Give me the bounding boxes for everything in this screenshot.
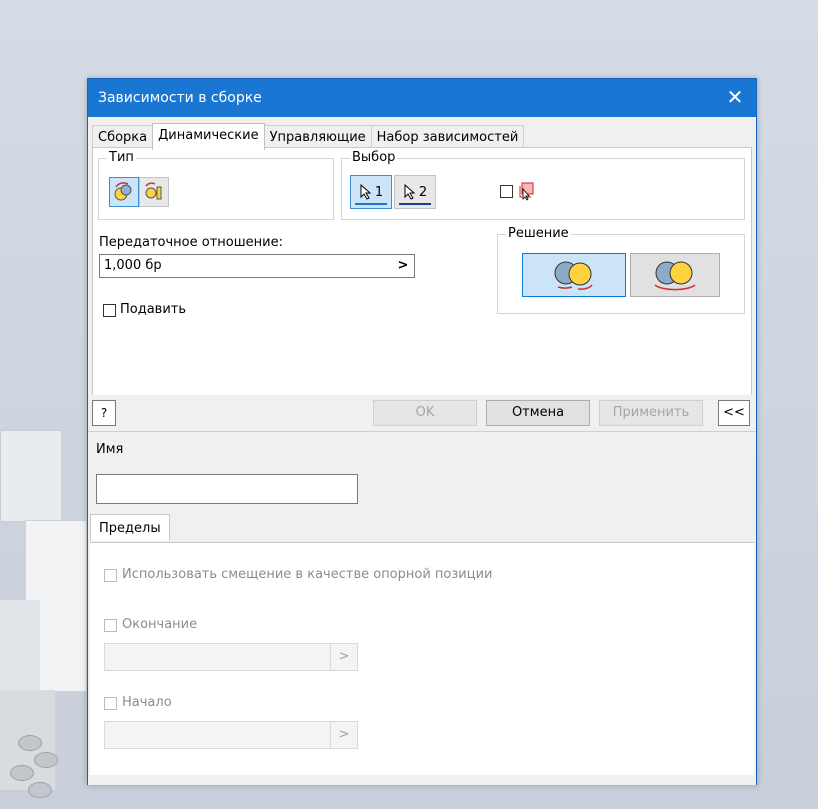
model-fragment [0,430,62,522]
ratio-value: 1,000 бр [104,258,162,273]
end-label: Окончание [122,617,198,632]
select-second-button[interactable]: 2 [394,175,436,209]
end-input[interactable]: > [104,643,358,671]
rotation-translation-type-button[interactable] [139,177,169,207]
reverse-solution-button[interactable] [630,253,720,297]
select-first-number: 1 [374,184,384,200]
end-checkbox[interactable] [104,619,117,632]
cancel-button[interactable]: Отмена [486,400,590,426]
help-icon: ? [100,406,108,420]
model-cylinder [28,782,52,798]
ratio-input[interactable]: 1,000 бр > [99,254,415,278]
motion-tab-panel: Тип Выбор 1 2 Передаточное отношение: 1,… [92,147,752,421]
titlebar: Зависимости в сборке ✕ [88,79,756,117]
rotation-icon [114,182,132,201]
upper-pane: Сборка Динамические Управляющие Набор за… [88,117,756,433]
solution-group-label: Решение [506,226,571,241]
lower-pane: Имя Пределы Использовать смещение в каче… [88,431,756,785]
reverse-gears-icon [654,261,696,291]
first-occurrence-icon [518,181,536,205]
ok-button[interactable]: OK [373,400,477,426]
type-group-label: Тип [107,150,136,165]
limits-tab-strip: Пределы [88,514,756,542]
constraint-dialog: Зависимости в сборке ✕ Сборка Динамическ… [87,78,757,785]
model-cylinder [18,735,42,751]
ratio-label: Передаточное отношение: [99,235,283,250]
tab-limits[interactable]: Пределы [90,514,170,541]
name-input[interactable] [96,474,358,504]
start-expand-arrow[interactable]: > [330,722,357,748]
cursor-icon [360,184,372,200]
start-input[interactable]: > [104,721,358,749]
button-row: ? OK Отмена Применить << [88,395,756,432]
dialog-title: Зависимости в сборке [98,90,262,106]
use-offset-label: Использовать смещение в качестве опорной… [122,567,493,582]
name-label: Имя [96,442,124,457]
collapse-button[interactable]: << [718,400,750,426]
selection-group-label: Выбор [350,150,398,165]
first-occurrence-checkbox[interactable] [500,185,513,198]
select-second-number: 2 [418,184,428,200]
tab-strip: Сборка Динамические Управляющие Набор за… [92,123,525,150]
end-expand-arrow[interactable]: > [330,644,357,670]
model-cylinder [10,765,34,781]
ratio-expand-arrow[interactable]: > [392,255,414,277]
cursor-icon [404,184,416,200]
model-cylinder [34,752,58,768]
selection-group: Выбор 1 2 [341,150,745,220]
close-icon[interactable]: ✕ [724,86,746,108]
tab-motion[interactable]: Динамические [152,123,265,150]
type-group: Тип [98,150,334,220]
help-button[interactable]: ? [92,400,116,426]
rotation-type-button[interactable] [109,177,139,207]
start-label: Начало [122,695,172,710]
use-offset-checkbox[interactable] [104,569,117,582]
suppress-checkbox[interactable] [103,304,116,317]
suppress-label: Подавить [120,302,187,317]
apply-button[interactable]: Применить [599,400,703,426]
rotation-translation-icon [145,182,162,200]
solution-group: Решение [497,226,745,314]
start-checkbox[interactable] [104,697,117,710]
forward-gears-icon [554,261,593,290]
forward-solution-button[interactable] [522,253,626,297]
limits-panel: Использовать смещение в качестве опорной… [90,542,754,775]
select-first-button[interactable]: 1 [350,175,392,209]
